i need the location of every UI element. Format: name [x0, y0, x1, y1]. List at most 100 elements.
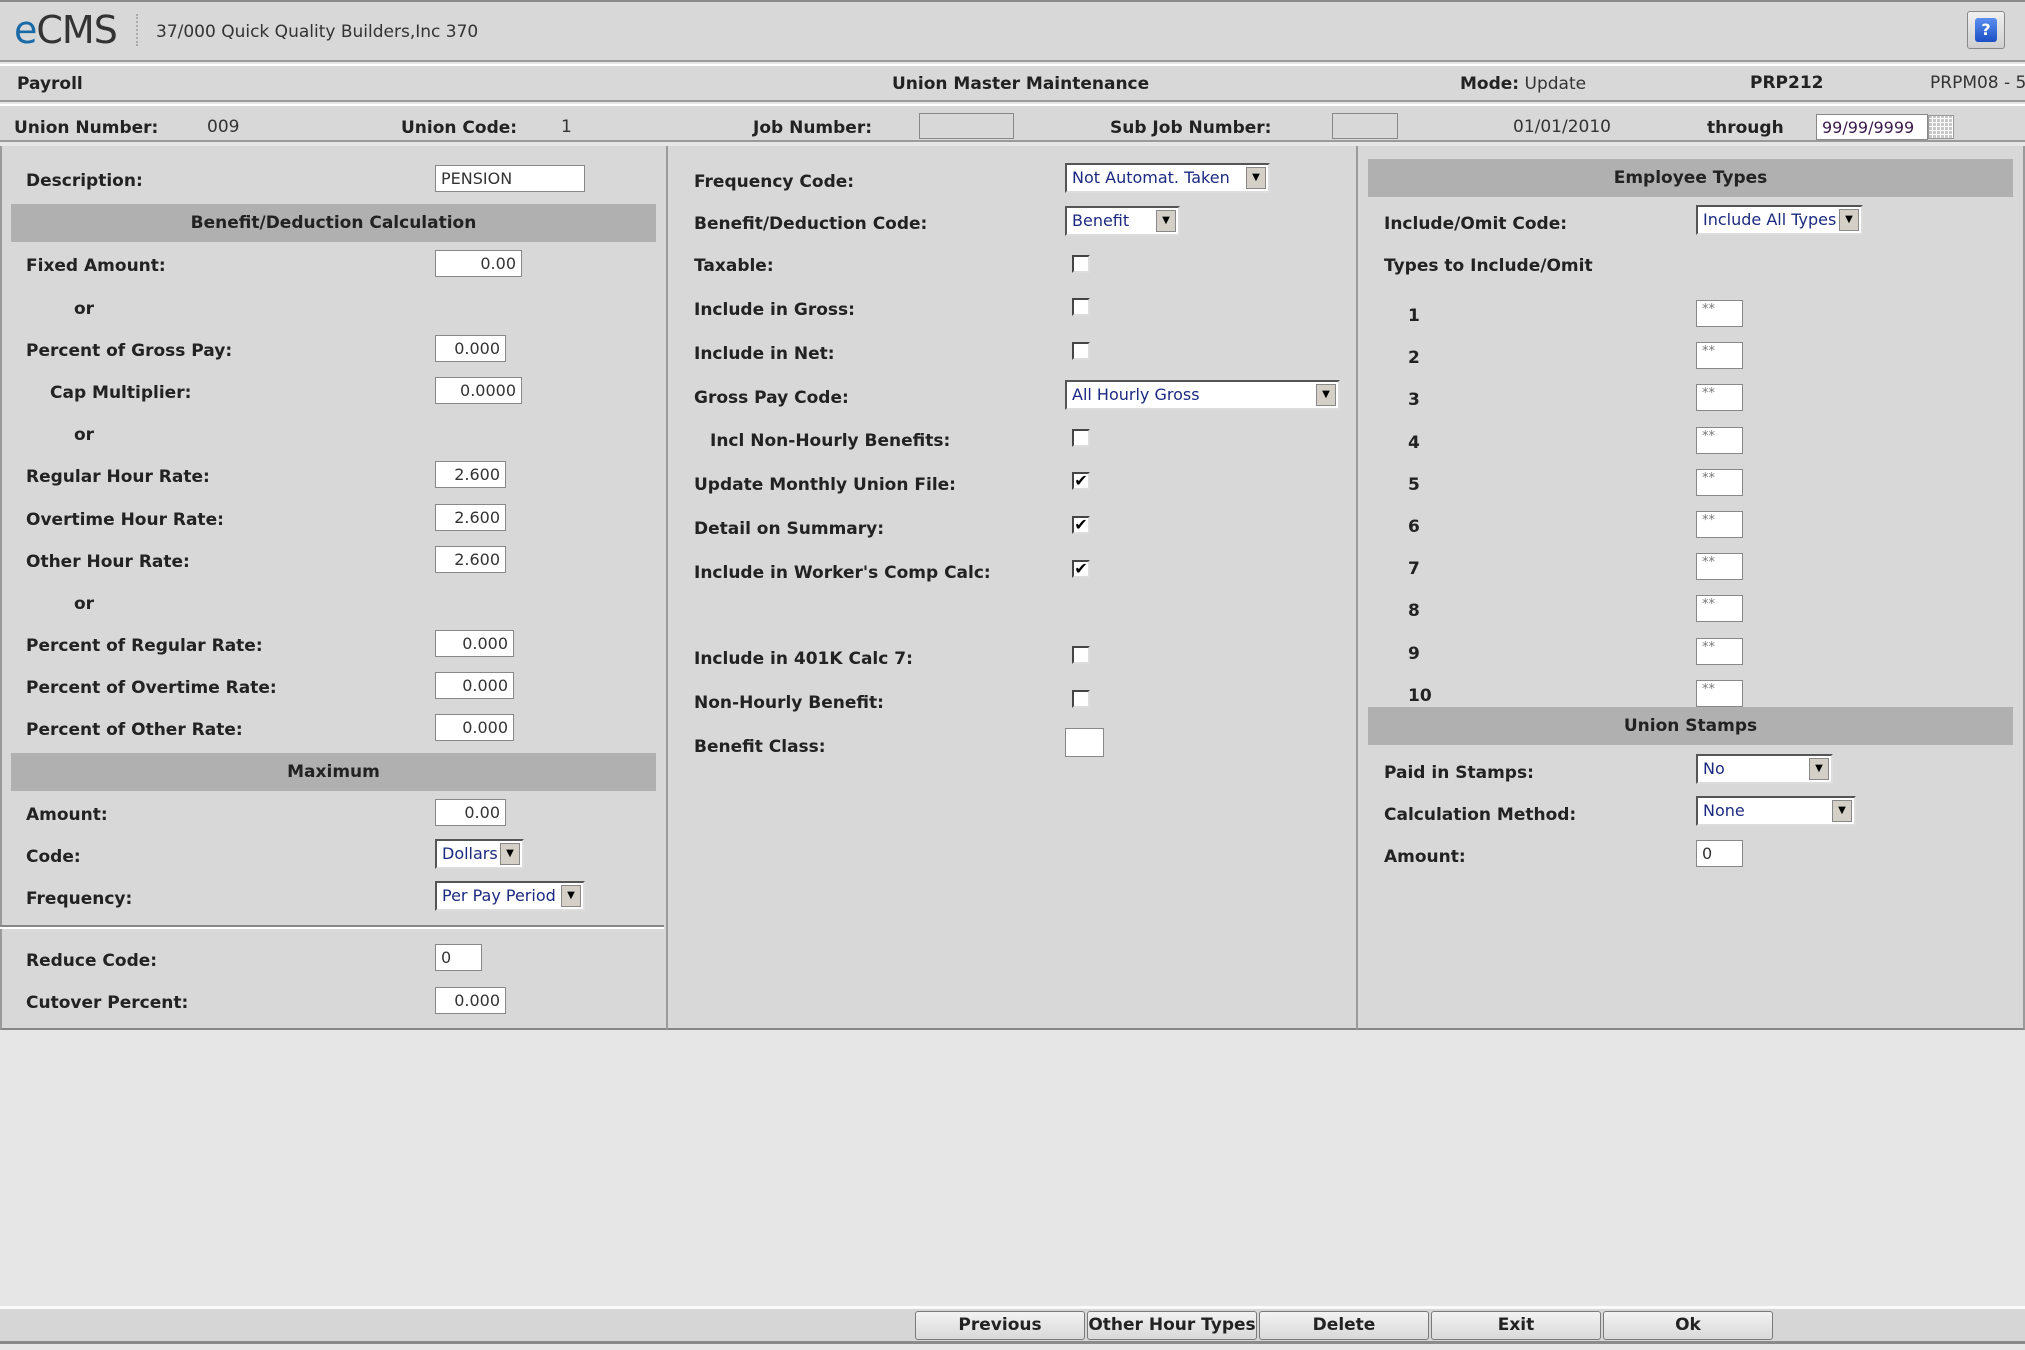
- employee-type-input[interactable]: **: [1696, 595, 1743, 623]
- exit-button[interactable]: Exit: [1431, 1311, 1601, 1340]
- delete-button[interactable]: Delete: [1259, 1311, 1429, 1340]
- frequency-code-label: Frequency Code:: [694, 172, 855, 192]
- description-label: Description:: [26, 171, 143, 191]
- fixed-amount-input[interactable]: 0.00: [435, 250, 522, 277]
- calc-method-label: Calculation Method:: [1384, 805, 1577, 825]
- employee-type-number: 7: [1408, 559, 1420, 580]
- employee-type-number: 9: [1408, 643, 1420, 664]
- cutover-label: Cutover Percent:: [26, 993, 189, 1013]
- frequency-code-select[interactable]: Not Automat. Taken ▼: [1065, 163, 1270, 193]
- include-net-checkbox[interactable]: [1072, 342, 1090, 360]
- include-gross-checkbox[interactable]: [1072, 298, 1090, 316]
- max-code-label: Code:: [26, 847, 81, 867]
- sub-job-number-label: Sub Job Number:: [1110, 118, 1272, 138]
- employee-type-number: 3: [1408, 390, 1420, 411]
- paid-stamps-select[interactable]: No ▼: [1696, 754, 1833, 784]
- employee-type-input[interactable]: **: [1696, 553, 1743, 581]
- employee-type-number: 6: [1408, 517, 1420, 537]
- employee-type-input[interactable]: **: [1696, 679, 1743, 707]
- union-code-value: 1: [561, 117, 572, 137]
- or-label: or: [74, 425, 95, 445]
- mode-indicator: Mode: Update: [1460, 74, 1587, 94]
- cap-multiplier-input[interactable]: 0.0000: [435, 377, 522, 404]
- union-stamps-header: Union Stamps: [1368, 707, 2013, 745]
- employee-type-input[interactable]: **: [1696, 300, 1743, 327]
- detail-summary-label: Detail on Summary:: [694, 519, 885, 539]
- module-name: Payroll: [17, 74, 83, 94]
- chevron-down-icon[interactable]: ▼: [500, 843, 520, 865]
- taxable-checkbox[interactable]: [1072, 255, 1090, 273]
- employee-type-number: 1: [1408, 306, 1420, 326]
- chevron-down-icon[interactable]: ▼: [1839, 209, 1859, 231]
- incl-non-hourly-label: Incl Non-Hourly Benefits:: [710, 431, 951, 451]
- pct-other-input[interactable]: 0.000: [435, 714, 514, 741]
- max-amount-input[interactable]: 0.00: [435, 799, 506, 826]
- benefit-class-label: Benefit Class:: [694, 737, 826, 757]
- gross-pay-code-label: Gross Pay Code:: [694, 388, 849, 408]
- chevron-down-icon[interactable]: ▼: [1809, 758, 1829, 780]
- stamp-amount-input[interactable]: 0: [1696, 840, 1743, 867]
- benefit-class-input[interactable]: [1065, 728, 1104, 757]
- chevron-down-icon[interactable]: ▼: [1156, 210, 1176, 232]
- employee-type-number: 10: [1408, 685, 1432, 706]
- other-rate-input[interactable]: 2.600: [435, 546, 506, 573]
- update-monthly-label: Update Monthly Union File:: [694, 475, 956, 495]
- overtime-rate-input[interactable]: 2.600: [435, 504, 506, 531]
- pct-regular-label: Percent of Regular Rate:: [26, 636, 263, 656]
- include-omit-select[interactable]: Include All Types ▼: [1696, 205, 1863, 235]
- incl-non-hourly-checkbox[interactable]: [1072, 429, 1090, 447]
- employee-type-input[interactable]: **: [1696, 468, 1743, 496]
- overtime-rate-label: Overtime Hour Rate:: [26, 510, 224, 530]
- include-401k-checkbox[interactable]: [1072, 646, 1090, 664]
- cutover-input[interactable]: 0.000: [435, 987, 506, 1014]
- calc-method-select[interactable]: None ▼: [1696, 796, 1856, 826]
- max-frequency-select[interactable]: Per Pay Period ▼: [435, 881, 585, 911]
- calendar-icon[interactable]: [1928, 115, 1954, 139]
- maximum-section-header: Maximum: [11, 753, 656, 791]
- gross-pay-code-select[interactable]: All Hourly Gross ▼: [1065, 380, 1340, 410]
- ok-button[interactable]: Ok: [1603, 1311, 1773, 1340]
- workers-comp-checkbox[interactable]: ✔: [1072, 560, 1090, 578]
- include-omit-label: Include/Omit Code:: [1384, 214, 1568, 234]
- types-label: Types to Include/Omit: [1384, 256, 1593, 276]
- taxable-label: Taxable:: [694, 256, 774, 276]
- logo-divider: [136, 14, 138, 46]
- fixed-amount-label: Fixed Amount:: [26, 256, 166, 276]
- percent-gross-label: Percent of Gross Pay:: [26, 341, 233, 361]
- employee-type-number: 5: [1408, 474, 1420, 495]
- other-hour-types-button[interactable]: Other Hour Types: [1087, 1311, 1257, 1340]
- previous-button[interactable]: Previous: [915, 1311, 1085, 1340]
- chevron-down-icon[interactable]: ▼: [561, 885, 581, 907]
- job-number-input[interactable]: [919, 113, 1014, 139]
- sub-job-number-input[interactable]: [1332, 113, 1398, 139]
- reduce-code-label: Reduce Code:: [26, 951, 158, 971]
- update-monthly-checkbox[interactable]: ✔: [1072, 472, 1090, 490]
- reduce-code-input[interactable]: 0: [435, 944, 482, 971]
- chevron-down-icon[interactable]: ▼: [1832, 800, 1852, 822]
- bd-code-select[interactable]: Benefit ▼: [1065, 206, 1180, 236]
- max-code-select[interactable]: Dollars ▼: [435, 839, 524, 869]
- employee-types-panel: [1356, 146, 2025, 1030]
- from-date: 01/01/2010: [1513, 117, 1611, 137]
- chevron-down-icon[interactable]: ▼: [1246, 167, 1266, 189]
- company-name: 37/000 Quick Quality Builders,Inc 370: [156, 22, 479, 42]
- detail-summary-checkbox[interactable]: ✔: [1072, 516, 1090, 534]
- through-date-input[interactable]: 99/99/9999: [1816, 114, 1928, 140]
- pct-regular-input[interactable]: 0.000: [435, 630, 514, 657]
- chevron-down-icon[interactable]: ▼: [1316, 384, 1336, 406]
- non-hourly-benefit-checkbox[interactable]: [1072, 690, 1090, 708]
- employee-type-input[interactable]: **: [1696, 384, 1743, 412]
- cap-multiplier-label: Cap Multiplier:: [50, 383, 192, 403]
- help-button[interactable]: ?: [1967, 11, 2005, 49]
- description-input[interactable]: PENSION: [435, 165, 585, 192]
- employee-type-number: 4: [1408, 432, 1420, 453]
- pct-overtime-input[interactable]: 0.000: [435, 672, 514, 699]
- percent-gross-input[interactable]: 0.000: [435, 335, 506, 362]
- regular-rate-input[interactable]: 2.600: [435, 461, 506, 488]
- employee-type-input[interactable]: **: [1696, 511, 1743, 538]
- section-divider: [0, 925, 664, 929]
- employee-type-input[interactable]: **: [1696, 637, 1743, 665]
- employee-type-input[interactable]: **: [1696, 426, 1743, 454]
- page-title: Union Master Maintenance: [892, 74, 1150, 94]
- employee-type-input[interactable]: **: [1696, 342, 1743, 370]
